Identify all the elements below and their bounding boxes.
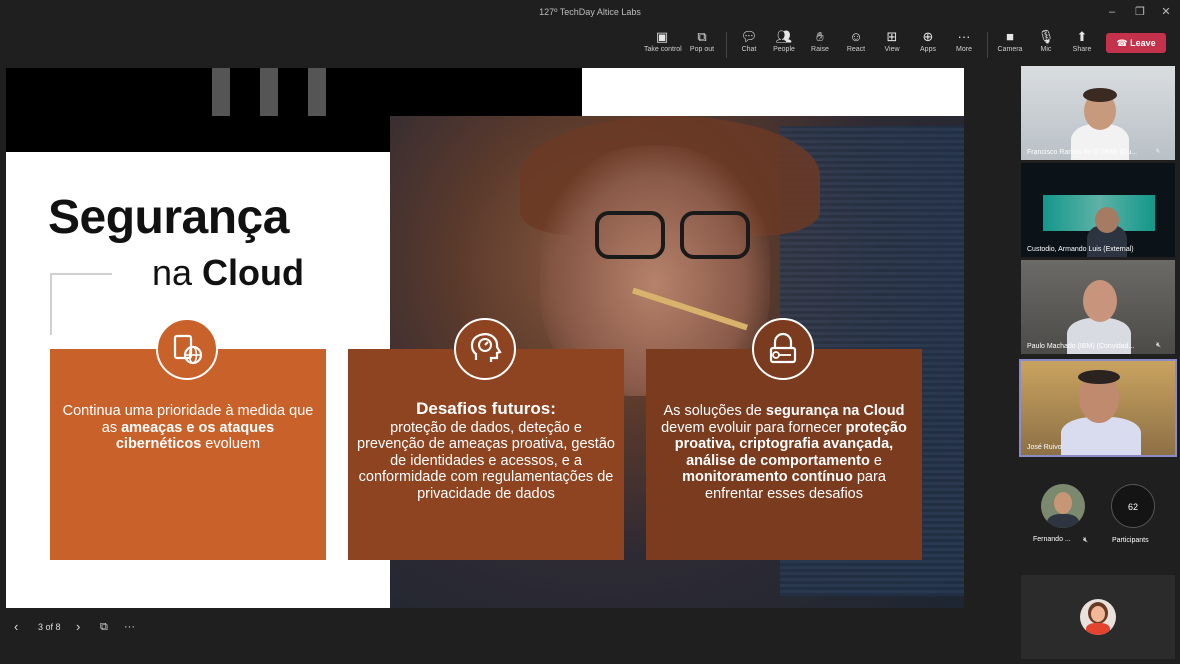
- more-options-icon[interactable]: ···: [124, 618, 135, 636]
- take-control-button[interactable]: ▣ Take control: [644, 28, 682, 62]
- card-text: Continua uma prioridade à medida que as …: [58, 403, 318, 453]
- avatar-face: [1091, 606, 1105, 622]
- participant-video-tile-speaking[interactable]: José Ruivo: [1019, 359, 1177, 457]
- decorative-bar: [308, 68, 326, 116]
- video-person-hair: [1083, 88, 1117, 102]
- corner-line: [50, 273, 52, 335]
- card-text-part: evoluem: [201, 436, 261, 452]
- apps-button[interactable]: ⊕ Apps: [910, 28, 946, 62]
- mic-button[interactable]: 🎙︎ Mic: [1028, 28, 1064, 62]
- photo-glasses-left: [595, 211, 665, 259]
- mic-muted-icon: 🔇︎: [1155, 340, 1161, 349]
- video-person-head: [1095, 207, 1119, 233]
- close-button[interactable]: ✕: [1152, 0, 1180, 24]
- participant-video-tile[interactable]: Francisco Ramos do Ó (IBM) (Gu... 🔇︎: [1021, 66, 1175, 160]
- card-text-part: proteção de dados, deteção e prevenção d…: [357, 419, 615, 502]
- previous-slide-icon[interactable]: ‹: [14, 618, 18, 636]
- participant-name: Francisco Ramos do Ó (IBM) (Gu...: [1027, 149, 1138, 156]
- video-person-head: [1083, 280, 1117, 322]
- avatar-face: [1054, 492, 1072, 514]
- window-title: 127º TechDay Altice Labs: [539, 7, 641, 17]
- chat-button[interactable]: 💬︎ Chat: [731, 28, 767, 62]
- window-title-bar: 127º TechDay Altice Labs – ❐ ✕: [0, 0, 1180, 24]
- participant-video-tile[interactable]: Custodio, Armando Luis (External): [1021, 163, 1175, 257]
- minimize-button[interactable]: –: [1098, 0, 1126, 24]
- take-control-icon: ▣: [655, 29, 669, 44]
- mic-muted-icon: 🔇︎: [1083, 535, 1089, 544]
- slide-subtitle: na Cloud: [152, 252, 305, 293]
- card-text-part: Desafios futuros:: [416, 399, 556, 418]
- more-button[interactable]: ··· More: [946, 28, 982, 62]
- self-avatar: [1080, 599, 1116, 635]
- cloud-globe-icon: [156, 318, 218, 380]
- page-indicator: 3 of 8: [38, 622, 61, 632]
- camera-off-icon: ■: [1006, 29, 1014, 44]
- avatar-body: [1086, 623, 1110, 635]
- camera-button[interactable]: ■ Camera: [992, 28, 1028, 62]
- video-person-hair: [1078, 370, 1120, 384]
- slide-title: Segurança: [48, 191, 289, 244]
- view-icon: ⊞: [886, 29, 898, 44]
- lock-key-icon: [752, 318, 814, 380]
- card-text-part: segurança na Cloud: [765, 403, 905, 419]
- share-button[interactable]: ⬆ Share: [1064, 28, 1100, 62]
- react-button[interactable]: ☺ React: [838, 28, 874, 62]
- card-text: As soluções de segurança na Cloud devem …: [654, 403, 914, 502]
- brain-head-icon: [454, 318, 516, 380]
- participants-label: Participants: [1112, 537, 1149, 544]
- pop-out-button[interactable]: ⧉ Pop out: [684, 28, 720, 62]
- participants-count-button[interactable]: 62: [1111, 484, 1155, 528]
- next-slide-icon[interactable]: ›: [76, 618, 80, 636]
- slides-grid-icon[interactable]: ⧉: [100, 618, 108, 636]
- raise-hand-icon: ✋︎: [816, 29, 824, 44]
- react-icon: ☺: [849, 29, 863, 44]
- share-icon: ⬆: [1076, 29, 1088, 44]
- decorative-bar: [260, 68, 278, 116]
- view-button[interactable]: ⊞ View: [874, 28, 910, 62]
- participant-name: Fernando ...: [1033, 536, 1071, 543]
- card-text: Desafios futuros: proteção de dados, det…: [356, 399, 616, 502]
- chat-icon: 💬︎: [740, 29, 758, 44]
- people-button[interactable]: 👥︎ People: [766, 28, 802, 62]
- card-text-part: As soluções de: [663, 403, 766, 419]
- raise-hand-button[interactable]: ✋︎ Raise: [802, 28, 838, 62]
- self-view-tile[interactable]: [1021, 575, 1175, 659]
- card-text-part: devem evoluir para fornecer: [661, 419, 846, 436]
- people-icon: 👥︎: [775, 29, 793, 44]
- slide-white-band: [582, 68, 964, 116]
- mic-off-icon: 🎙︎: [1037, 29, 1055, 44]
- participant-name: Paulo Machado (IBM) (Convidad...: [1027, 343, 1135, 350]
- card-text-part: e: [869, 452, 882, 469]
- participant-name: José Ruivo: [1027, 444, 1062, 451]
- participant-avatar[interactable]: [1041, 484, 1085, 528]
- decorative-bar: [212, 68, 230, 116]
- toolbar-divider: [987, 32, 988, 58]
- leave-button[interactable]: ☎ Leave: [1106, 33, 1166, 53]
- presenter-controls: ‹ 3 of 8 › ⧉ ···: [0, 612, 1020, 642]
- toolbar-divider: [726, 32, 727, 58]
- participant-name: Custodio, Armando Luis (External): [1027, 246, 1134, 253]
- photo-glasses-right: [680, 211, 750, 259]
- maximize-button[interactable]: ❐: [1126, 0, 1154, 24]
- apps-icon: ⊕: [922, 29, 934, 44]
- shared-slide: Segurança na Cloud Continua uma priorida…: [6, 68, 964, 608]
- phone-hangup-icon: ☎: [1116, 38, 1128, 48]
- avatar-body: [1047, 514, 1079, 528]
- more-icon: ···: [957, 29, 971, 44]
- corner-line: [50, 273, 112, 275]
- mic-muted-icon: 🔇︎: [1155, 146, 1161, 155]
- participant-video-tile[interactable]: Paulo Machado (IBM) (Convidad... 🔇︎: [1021, 260, 1175, 354]
- pop-out-icon: ⧉: [697, 29, 707, 44]
- meeting-toolbar: ▣ Take control ⧉ Pop out 💬︎ Chat 👥︎ Peop…: [0, 24, 1180, 64]
- card-text-part: monitoramento contínuo: [682, 469, 853, 485]
